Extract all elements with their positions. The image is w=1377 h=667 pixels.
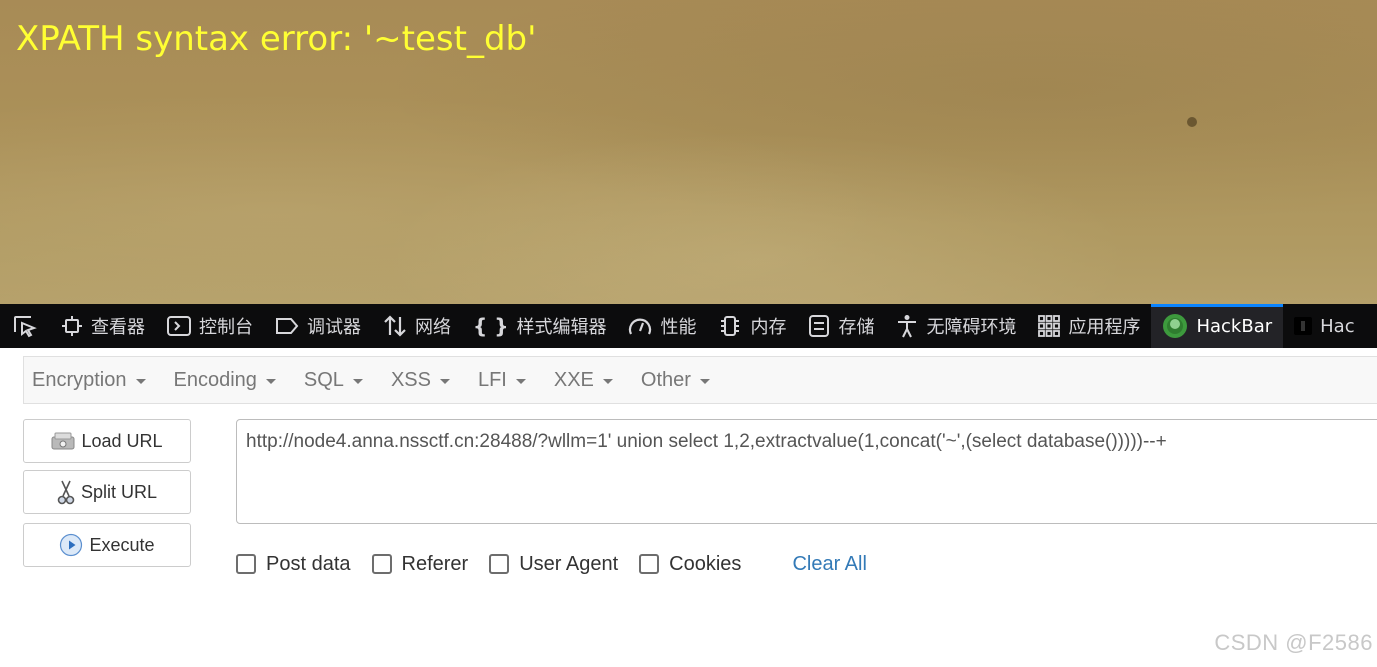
- cookies-label: Cookies: [669, 552, 742, 575]
- network-icon: [383, 314, 407, 338]
- tab-debugger[interactable]: 调试器: [264, 304, 372, 348]
- debugger-icon: [275, 316, 299, 336]
- tab-inspector[interactable]: 查看器: [50, 304, 156, 348]
- menu-label: Other: [640, 368, 691, 391]
- tab-label: 应用程序: [1068, 317, 1141, 338]
- tab-label: 样式编辑器: [516, 317, 607, 338]
- menu-label: Encryption: [32, 368, 127, 391]
- menu-label: Encoding: [173, 368, 257, 391]
- caret-down-icon: [439, 378, 450, 384]
- menu-xxe[interactable]: XXE: [554, 369, 613, 392]
- tab-label: 网络: [415, 317, 451, 338]
- tab-storage[interactable]: 存储: [797, 304, 885, 348]
- execute-button[interactable]: Execute: [23, 523, 191, 567]
- menu-xss[interactable]: XSS: [391, 369, 450, 392]
- cookies-checkbox[interactable]: [639, 554, 660, 574]
- tab-label: 存储: [838, 317, 875, 338]
- tab-label: 调试器: [307, 317, 361, 338]
- split-url-label: Split URL: [80, 481, 158, 502]
- caret-down-icon: [352, 378, 363, 384]
- menu-lfi[interactable]: LFI: [478, 369, 526, 392]
- background-speck: [1187, 117, 1197, 127]
- memory-icon: [718, 314, 742, 338]
- menu-encryption[interactable]: Encryption: [32, 369, 146, 392]
- menu-label: LFI: [477, 368, 507, 391]
- hackbar-dark-icon: [1294, 317, 1313, 335]
- post-data-label: Post data: [266, 552, 351, 575]
- accessibility-icon: [896, 314, 918, 338]
- menu-sql[interactable]: SQL: [304, 369, 363, 392]
- referer-option[interactable]: Referer: [371, 552, 469, 576]
- menu-label: XSS: [390, 368, 431, 391]
- tab-console[interactable]: 控制台: [156, 304, 264, 348]
- caret-down-icon: [265, 378, 276, 384]
- referer-label: Referer: [401, 552, 469, 575]
- error-message: XPATH syntax error: '~test_db': [16, 19, 537, 59]
- load-url-icon: [51, 431, 75, 451]
- url-textarea[interactable]: http://node4.anna.nssctf.cn:28488/?wllm=…: [236, 419, 1377, 524]
- tab-label: 查看器: [91, 317, 145, 338]
- caret-down-icon: [699, 378, 710, 384]
- inspector-icon: [61, 315, 83, 337]
- hackbar-icon: [1162, 313, 1188, 339]
- tab-label: Hac: [1320, 315, 1355, 337]
- execute-label: Execute: [89, 534, 155, 555]
- cookies-option[interactable]: Cookies: [639, 553, 741, 576]
- caret-down-icon: [602, 378, 613, 384]
- console-icon: [167, 315, 191, 337]
- tab-label: 内存: [750, 317, 787, 338]
- watermark: CSDN @F2586: [1214, 630, 1373, 655]
- tab-network[interactable]: 网络: [372, 304, 462, 348]
- user-agent-checkbox[interactable]: [489, 554, 510, 574]
- menu-label: SQL: [303, 368, 344, 391]
- post-data-checkbox[interactable]: [236, 554, 256, 574]
- tab-memory[interactable]: 内存: [707, 304, 797, 348]
- devtools-toolbar: 查看器 控制台 调试器 网络 { } 样式编辑器 性能 内存 存储 无障碍环境 …: [0, 304, 1377, 348]
- split-url-button[interactable]: Split URL: [23, 470, 191, 514]
- tab-label: HackBar: [1196, 315, 1273, 337]
- tab-application[interactable]: 应用程序: [1027, 304, 1151, 348]
- caret-down-icon: [515, 378, 526, 384]
- scissors-icon: [57, 479, 75, 505]
- menu-other[interactable]: Other: [641, 369, 710, 392]
- tab-hackbar[interactable]: HackBar: [1151, 304, 1284, 348]
- post-data-option[interactable]: Post data: [236, 553, 351, 576]
- user-agent-label: User Agent: [519, 552, 619, 575]
- tab-accessibility[interactable]: 无障碍环境: [885, 304, 1027, 348]
- tab-style-editor[interactable]: { } 样式编辑器: [462, 304, 617, 348]
- referer-checkbox[interactable]: [371, 554, 392, 574]
- application-icon: [1038, 315, 1061, 337]
- menu-label: XXE: [553, 368, 594, 391]
- caret-down-icon: [135, 378, 146, 384]
- page-viewport: XPATH syntax error: '~test_db': [0, 0, 1377, 304]
- hackbar-menu: Encryption Encoding SQL XSS LFI XXE Othe…: [23, 356, 1377, 404]
- tab-label: 无障碍环境: [926, 317, 1017, 338]
- clear-all-link[interactable]: Clear All: [792, 553, 866, 576]
- user-agent-option[interactable]: User Agent: [489, 553, 618, 576]
- load-url-button[interactable]: Load URL: [23, 419, 191, 463]
- tab-performance[interactable]: 性能: [617, 304, 707, 348]
- tab-label: 控制台: [199, 317, 253, 338]
- storage-icon: [808, 314, 830, 338]
- play-icon: [59, 533, 83, 557]
- element-picker-icon[interactable]: [0, 304, 50, 348]
- load-url-label: Load URL: [81, 430, 163, 451]
- tab-hackbar-dark[interactable]: Hac: [1283, 304, 1365, 348]
- performance-icon: [628, 315, 652, 337]
- menu-encoding[interactable]: Encoding: [174, 369, 276, 392]
- request-options: Post data Referer User Agent Cookies Cle…: [236, 549, 867, 579]
- style-editor-icon: { }: [473, 314, 509, 338]
- tab-label: 性能: [660, 317, 697, 338]
